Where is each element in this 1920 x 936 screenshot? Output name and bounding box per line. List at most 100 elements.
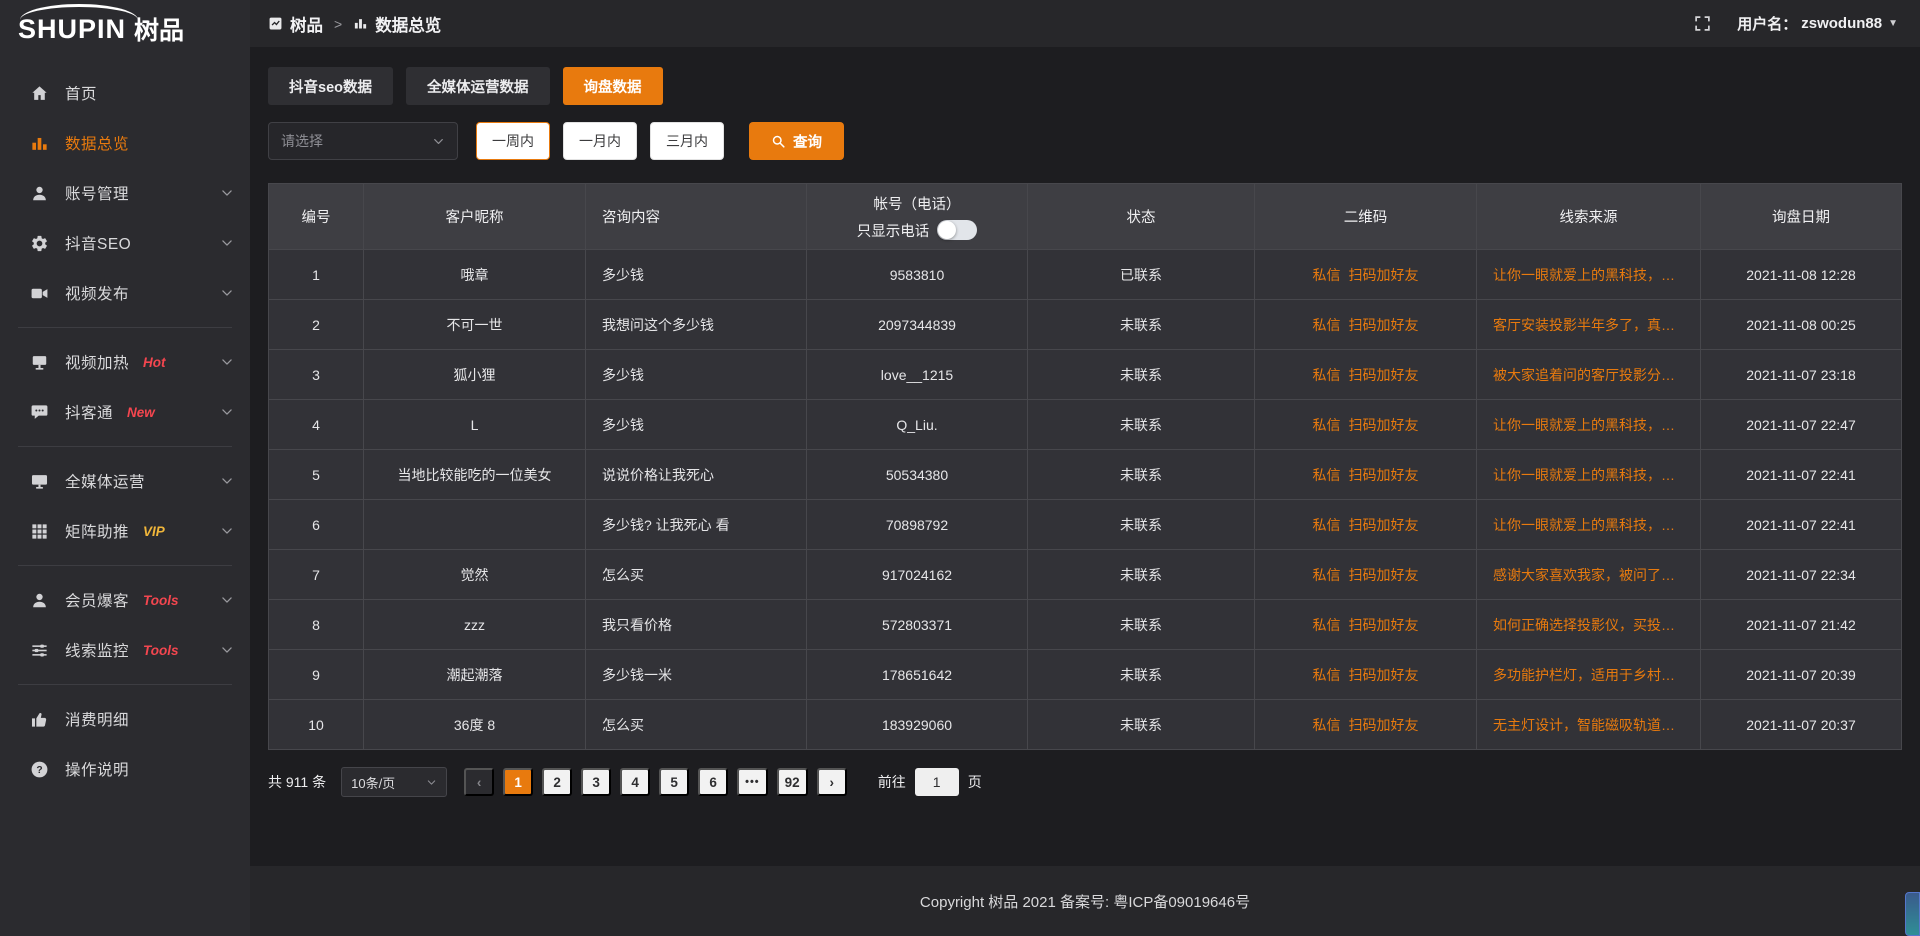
cell-source: 客厅安装投影半年多了，真实... bbox=[1477, 300, 1701, 350]
cell-account: 183929060 bbox=[807, 700, 1028, 750]
goto-page-input[interactable] bbox=[915, 768, 959, 796]
private-message-link[interactable]: 私信 bbox=[1313, 365, 1341, 385]
page-size-select[interactable]: 10条/页 bbox=[341, 767, 447, 797]
scan-add-friend-link[interactable]: 扫码加好友 bbox=[1349, 715, 1419, 735]
page-button-6[interactable]: 6 bbox=[698, 768, 728, 796]
page-button-92[interactable]: 92 bbox=[777, 768, 808, 796]
sidebar-item-label: 消费明细 bbox=[65, 708, 129, 730]
scan-add-friend-link[interactable]: 扫码加好友 bbox=[1349, 265, 1419, 285]
video-heat-icon bbox=[30, 353, 49, 372]
scan-add-friend-link[interactable]: 扫码加好友 bbox=[1349, 465, 1419, 485]
sidebar-item-2[interactable]: 账号管理 bbox=[0, 168, 250, 218]
sidebar-item-12[interactable]: ?操作说明 bbox=[0, 744, 250, 794]
source-link[interactable]: 如何正确选择投影仪，买投影... bbox=[1493, 615, 1684, 635]
sidebar-item-10[interactable]: 线索监控Tools bbox=[0, 625, 250, 675]
phone-only-toggle[interactable] bbox=[937, 220, 977, 240]
cell-date: 2021-11-07 23:18 bbox=[1701, 350, 1901, 400]
cell-content: 多少钱? 让我死心 看 bbox=[586, 500, 807, 550]
tab-0[interactable]: 抖音seo数据 bbox=[268, 67, 393, 105]
private-message-link[interactable]: 私信 bbox=[1313, 415, 1341, 435]
scan-add-friend-link[interactable]: 扫码加好友 bbox=[1349, 415, 1419, 435]
source-link[interactable]: 感谢大家喜欢我家，被问了好... bbox=[1493, 565, 1684, 585]
inquiry-table: 编号客户昵称咨询内容帐号（电话）只显示电话状态二维码线索来源询盘日期 1哦章多少… bbox=[268, 183, 1902, 750]
sidebar-item-4[interactable]: 视频发布 bbox=[0, 268, 250, 318]
user-menu[interactable]: 用户名： zswodun88 ▼ bbox=[1737, 13, 1898, 34]
cell-date: 2021-11-08 00:25 bbox=[1701, 300, 1901, 350]
prev-page-button[interactable]: ‹ bbox=[464, 768, 494, 796]
sidebar-item-badge: New bbox=[127, 405, 155, 420]
page-button-2[interactable]: 2 bbox=[542, 768, 572, 796]
sidebar-item-3[interactable]: 抖音SEO bbox=[0, 218, 250, 268]
fullscreen-icon[interactable] bbox=[1694, 15, 1711, 32]
sidebar-item-1[interactable]: 数据总览 bbox=[0, 118, 250, 168]
cell-content: 多少钱 bbox=[586, 400, 807, 450]
sidebar-item-6[interactable]: 抖客通New bbox=[0, 387, 250, 437]
sidebar-item-0[interactable]: 首页 bbox=[0, 68, 250, 118]
sidebar-item-label: 首页 bbox=[65, 82, 97, 104]
tab-1[interactable]: 全媒体运营数据 bbox=[406, 67, 550, 105]
source-link[interactable]: 客厅安装投影半年多了，真实... bbox=[1493, 315, 1684, 335]
range-button-1[interactable]: 一月内 bbox=[563, 122, 637, 160]
source-link[interactable]: 让你一眼就爱上的黑科技，能... bbox=[1493, 515, 1684, 535]
search-button[interactable]: 查询 bbox=[749, 122, 844, 160]
cell-date: 2021-11-08 12:28 bbox=[1701, 250, 1901, 300]
page-button-5[interactable]: 5 bbox=[659, 768, 689, 796]
private-message-link[interactable]: 私信 bbox=[1313, 265, 1341, 285]
cell-date: 2021-11-07 20:39 bbox=[1701, 650, 1901, 700]
cell-source: 多功能护栏灯，适用于乡村文... bbox=[1477, 650, 1701, 700]
sidebar-item-7[interactable]: 全媒体运营 bbox=[0, 456, 250, 506]
breadcrumb-root[interactable]: 树品 bbox=[290, 12, 323, 36]
page-button-1[interactable]: 1 bbox=[503, 768, 533, 796]
private-message-link[interactable]: 私信 bbox=[1313, 315, 1341, 335]
scan-add-friend-link[interactable]: 扫码加好友 bbox=[1349, 315, 1419, 335]
range-button-0[interactable]: 一周内 bbox=[476, 122, 550, 160]
tab-2[interactable]: 询盘数据 bbox=[563, 67, 663, 105]
sidebar-divider bbox=[18, 327, 232, 328]
private-message-link[interactable]: 私信 bbox=[1313, 465, 1341, 485]
scan-add-friend-link[interactable]: 扫码加好友 bbox=[1349, 615, 1419, 635]
private-message-link[interactable]: 私信 bbox=[1313, 515, 1341, 535]
sidebar-item-11[interactable]: 消费明细 bbox=[0, 694, 250, 744]
private-message-link[interactable]: 私信 bbox=[1313, 665, 1341, 685]
private-message-link[interactable]: 私信 bbox=[1313, 565, 1341, 585]
account-select[interactable]: 请选择 bbox=[268, 122, 458, 160]
cell-nickname: 潮起潮落 bbox=[364, 650, 586, 700]
private-message-link[interactable]: 私信 bbox=[1313, 615, 1341, 635]
sidebar-item-5[interactable]: 视频加热Hot bbox=[0, 337, 250, 387]
chevron-down-icon bbox=[432, 135, 445, 148]
sidebar-item-8[interactable]: 矩阵助推VIP bbox=[0, 506, 250, 556]
source-link[interactable]: 让你一眼就爱上的黑科技，能... bbox=[1493, 465, 1684, 485]
source-link[interactable]: 无主灯设计，智能磁吸轨道灯... bbox=[1493, 715, 1684, 735]
floating-widget-icon[interactable] bbox=[1905, 892, 1920, 936]
username-label: 用户名： bbox=[1737, 13, 1797, 34]
source-link[interactable]: 让你一眼就爱上的黑科技，能... bbox=[1493, 265, 1684, 285]
chevron-down-icon bbox=[220, 236, 234, 250]
monitor-icon bbox=[30, 472, 49, 491]
private-message-link[interactable]: 私信 bbox=[1313, 715, 1341, 735]
source-link[interactable]: 被大家追着问的客厅投影分享... bbox=[1493, 365, 1684, 385]
cell-account: 917024162 bbox=[807, 550, 1028, 600]
sidebar-item-9[interactable]: 会员爆客Tools bbox=[0, 575, 250, 625]
scan-add-friend-link[interactable]: 扫码加好友 bbox=[1349, 665, 1419, 685]
cell-account: 50534380 bbox=[807, 450, 1028, 500]
breadcrumb-separator: > bbox=[334, 16, 342, 32]
cell-content: 说说价格让我死心 bbox=[586, 450, 807, 500]
next-page-button[interactable]: › bbox=[817, 768, 847, 796]
table-row: 2不可一世我想问这个多少钱2097344839未联系私信扫码加好友客厅安装投影半… bbox=[269, 300, 1901, 350]
cell-content: 我只看价格 bbox=[586, 600, 807, 650]
cell-content: 多少钱 bbox=[586, 350, 807, 400]
scan-add-friend-link[interactable]: 扫码加好友 bbox=[1349, 565, 1419, 585]
page-button-4[interactable]: 4 bbox=[620, 768, 650, 796]
page-button-3[interactable]: 3 bbox=[581, 768, 611, 796]
cell-no: 9 bbox=[269, 650, 364, 700]
page-ellipsis-button[interactable]: ••• bbox=[737, 768, 768, 796]
scan-add-friend-link[interactable]: 扫码加好友 bbox=[1349, 365, 1419, 385]
cell-qrcode: 私信扫码加好友 bbox=[1255, 500, 1477, 550]
source-link[interactable]: 多功能护栏灯，适用于乡村文... bbox=[1493, 665, 1684, 685]
source-link[interactable]: 让你一眼就爱上的黑科技，能... bbox=[1493, 415, 1684, 435]
app-logo[interactable]: SHUPIN 树品 bbox=[0, 0, 250, 58]
range-button-2[interactable]: 三月内 bbox=[650, 122, 724, 160]
scan-add-friend-link[interactable]: 扫码加好友 bbox=[1349, 515, 1419, 535]
search-button-label: 查询 bbox=[793, 131, 822, 152]
cell-date: 2021-11-07 22:41 bbox=[1701, 450, 1901, 500]
